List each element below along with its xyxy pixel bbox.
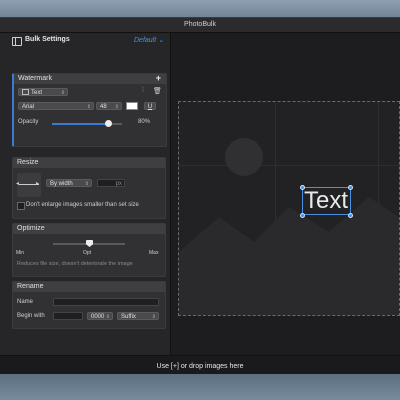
watermark-type-select[interactable]: Text ⇕ <box>18 88 68 96</box>
resize-preview-icon: ◂ ▸ <box>16 173 41 197</box>
resize-title: Resize <box>17 159 39 166</box>
rename-panel: Rename Name Begin with 0000 ⇕ Suffix ⇕ <box>12 281 166 329</box>
drop-hint: Use [+] or drop images here <box>156 363 244 370</box>
opacity-label: Opacity <box>18 119 39 125</box>
font-select[interactable]: Arial ⇕ <box>18 102 94 110</box>
add-watermark-button[interactable]: + <box>156 73 161 83</box>
optimize-slider[interactable] <box>53 240 125 247</box>
dont-enlarge-label: Don't enlarge images smaller than set si… <box>26 202 139 208</box>
chevron-updown-icon: ⇕ <box>84 181 89 187</box>
optimize-slider-knob[interactable] <box>86 240 93 247</box>
preset-dropdown[interactable]: Default ⌄ <box>134 36 164 44</box>
watermark-panel: Watermark + Text ⇕ ⫶ 🗑 Arial ⇕ 48 ⇕ U Op… <box>12 73 167 147</box>
optimize-hint: Reduces file size, doesn't deteriorate t… <box>17 261 133 267</box>
rename-number-value: 0000 <box>91 314 105 320</box>
optimize-opt-label: Opt <box>83 250 92 256</box>
resize-handle-top-right[interactable] <box>348 185 353 190</box>
rename-begin-label: Begin with <box>17 313 45 319</box>
resize-arrow-left: ◂ <box>16 181 20 187</box>
rename-begin-field[interactable] <box>53 312 83 320</box>
rename-name-label: Name <box>17 299 34 305</box>
resize-header: Resize <box>13 158 165 168</box>
settings-sidebar: Bulk Settings Default ⌄ Watermark + Text… <box>0 33 171 355</box>
rename-header: Rename <box>13 282 165 292</box>
rename-suffix-value: Suffix <box>121 314 136 320</box>
align-icon[interactable]: ⫶ <box>142 87 144 95</box>
chevron-updown-icon: ⇕ <box>151 314 156 320</box>
resize-mode-select[interactable]: By width ⇕ <box>46 179 92 187</box>
resize-mode-value: By width <box>50 181 73 187</box>
watermark-header: Watermark + <box>14 73 166 84</box>
rename-title: Rename <box>17 283 44 290</box>
preview-canvas[interactable] <box>178 101 400 316</box>
opacity-slider-fill <box>52 123 108 125</box>
sidebar-toggle-icon[interactable] <box>12 37 22 46</box>
rename-number-select[interactable]: 0000 ⇕ <box>87 312 113 320</box>
font-size-select[interactable]: 48 ⇕ <box>96 102 122 110</box>
resize-handle-bottom-left[interactable] <box>300 213 305 218</box>
window-title: PhotoBulk <box>184 21 216 28</box>
underline-button[interactable]: U <box>144 102 156 110</box>
resize-unit: px <box>115 181 122 187</box>
dont-enlarge-checkbox[interactable] <box>17 202 25 210</box>
resize-width-field[interactable]: px <box>97 179 125 187</box>
font-size-value: 48 <box>100 104 107 110</box>
resize-handle-top-left[interactable] <box>300 185 305 190</box>
watermark-type-value: Text <box>31 90 43 96</box>
chevron-updown-icon: ⇕ <box>60 90 65 96</box>
trash-icon[interactable]: 🗑 <box>153 87 162 95</box>
sidebar-header: Bulk Settings Default ⌄ <box>0 33 170 49</box>
chevron-updown-icon: ⇕ <box>105 314 110 320</box>
optimize-title: Optimize <box>17 225 45 232</box>
optimize-max-label: Max <box>149 250 159 256</box>
font-value: Arial <box>22 104 35 110</box>
sidebar-title: Bulk Settings <box>25 36 70 43</box>
optimize-header: Optimize <box>13 224 165 234</box>
desktop-background-bottom <box>0 374 400 400</box>
watermark-title: Watermark <box>18 75 52 82</box>
placeholder-mountains-icon <box>179 197 399 315</box>
chevron-updown-icon: ⇕ <box>114 104 119 110</box>
opacity-slider-knob[interactable] <box>105 120 112 127</box>
resize-handle-bottom-right[interactable] <box>348 213 353 218</box>
app-window: PhotoBulk Bulk Settings Default ⌄ Waterm… <box>0 17 400 377</box>
watermark-preview-text[interactable]: Text <box>304 187 348 215</box>
optimize-min-label: Min <box>16 250 25 256</box>
rename-suffix-select[interactable]: Suffix ⇕ <box>117 312 159 320</box>
window-titlebar: PhotoBulk <box>0 18 400 33</box>
watermark-type-icon <box>22 89 29 95</box>
resize-panel: Resize ◂ ▸ By width ⇕ px Don't enlarge i… <box>12 157 166 219</box>
opacity-slider[interactable] <box>52 120 122 127</box>
resize-arrow-right: ▸ <box>36 181 40 187</box>
rename-name-field[interactable] <box>53 298 159 306</box>
chevron-updown-icon: ⇕ <box>86 104 91 110</box>
optimize-panel: Optimize Min Opt Max Reduces file size, … <box>12 223 166 277</box>
color-swatch[interactable] <box>126 102 138 110</box>
opacity-value: 80% <box>138 119 151 125</box>
